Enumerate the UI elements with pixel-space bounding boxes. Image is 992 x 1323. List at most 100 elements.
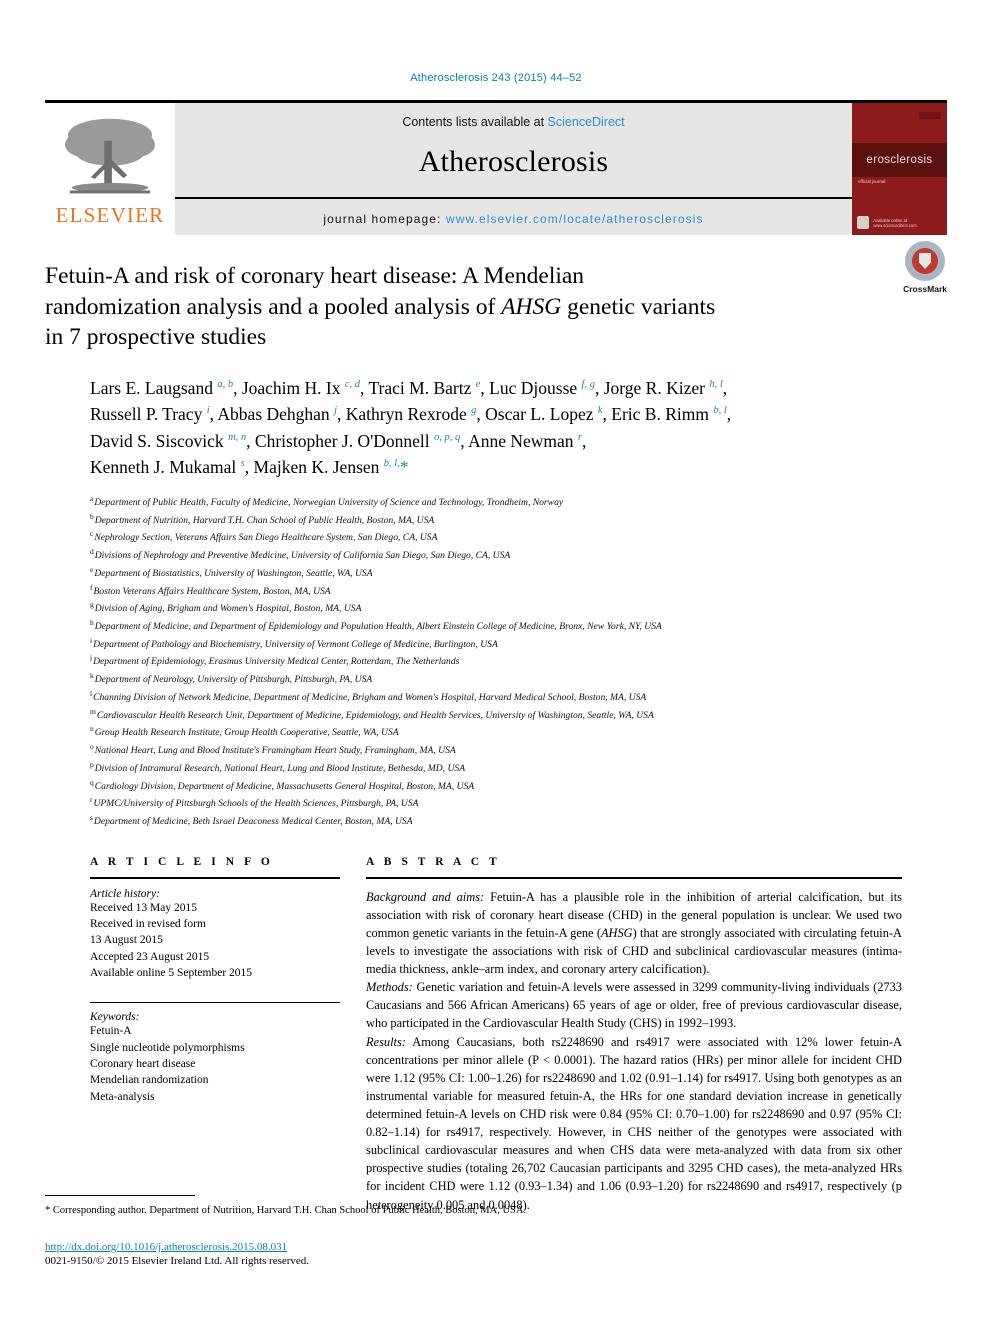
- affiliation-text: Cardiovascular Health Research Unit, Dep…: [96, 709, 654, 721]
- abstract-background: Background and aims: Fetuin-A has a plau…: [366, 888, 902, 979]
- abstract-results-text: Among Caucasians, both rs2248690 and rs4…: [366, 1034, 902, 1212]
- affiliation-item: cNephrology Section, Veterans Affairs Sa…: [90, 528, 902, 546]
- doi-link[interactable]: http://dx.doi.org/10.1016/j.atherosclero…: [45, 1241, 947, 1253]
- affiliation-item: eDepartment of Biostatistics, University…: [90, 564, 902, 582]
- cover-title: erosclerosis: [852, 143, 947, 177]
- journal-title: Atherosclerosis: [418, 145, 609, 178]
- homepage-label: journal homepage:: [323, 212, 446, 226]
- keyword-item: Single nucleotide polymorphisms: [90, 1041, 245, 1054]
- article-info-column: A R T I C L E I N F O Article history: R…: [90, 856, 340, 1214]
- keyword-item: Coronary heart disease: [90, 1057, 196, 1070]
- affiliation-marker: m: [90, 706, 96, 716]
- affiliation-text: Boston Veterans Affairs Healthcare Syste…: [93, 585, 331, 597]
- cover-footer-text: Available online at www.sciencedirect.co…: [873, 217, 917, 228]
- affiliation-text: Department of Medicine, Beth Israel Deac…: [93, 816, 413, 828]
- article-info-rule: [90, 876, 340, 879]
- footer-divider: [45, 1195, 195, 1197]
- author-list: Lars E. Laugsand a, b, Joachim H. Ix c, …: [90, 377, 732, 478]
- article-history-list: Received 13 May 2015 Received in revised …: [90, 900, 340, 982]
- sciencedirect-link[interactable]: ScienceDirect: [548, 115, 625, 129]
- keyword-item: Mendelian randomization: [90, 1074, 209, 1087]
- affiliation-item: lChanning Division of Network Medicine, …: [90, 688, 902, 706]
- affiliation-text: Division of Aging, Brigham and Women's H…: [94, 603, 362, 615]
- affiliation-item: dDivisions of Nephrology and Preventive …: [90, 546, 902, 564]
- affiliation-text: UPMC/University of Pittsburgh Schools of…: [93, 798, 419, 810]
- masthead-center: Contents lists available at ScienceDirec…: [175, 103, 852, 235]
- title-line-2-pre: randomization analysis and a pooled anal…: [45, 293, 502, 320]
- affiliation-text: Channing Division of Network Medicine, D…: [93, 692, 647, 704]
- title-gene-name: AHSG: [501, 293, 562, 320]
- article-history-item: Accepted 23 August 2015: [90, 950, 210, 963]
- affiliation-item: sDepartment of Medicine, Beth Israel Dea…: [90, 812, 902, 830]
- affiliation-text: Divisions of Nephrology and Preventive M…: [94, 550, 511, 562]
- contents-prefix: Contents lists available at: [402, 115, 548, 129]
- affiliation-text: Nephrology Section, Veterans Affairs San…: [94, 532, 438, 544]
- affiliation-item: iDepartment of Pathology and Biochemistr…: [90, 635, 902, 653]
- cover-footer: Available online at www.sciencedirect.co…: [857, 216, 947, 229]
- article-info-heading: A R T I C L E I N F O: [90, 855, 274, 868]
- masthead-divider: [175, 197, 852, 199]
- crossmark-label: CrossMark: [903, 284, 947, 294]
- info-abstract-columns: A R T I C L E I N F O Article history: R…: [90, 856, 902, 1214]
- contents-available-line: Contents lists available at ScienceDirec…: [402, 115, 624, 129]
- affiliation-item: aDepartment of Public Health, Faculty of…: [90, 493, 902, 511]
- copyright-line: 0021-9150/© 2015 Elsevier Ireland Ltd. A…: [45, 1255, 310, 1267]
- affiliation-text: Division of Intramural Research, Nationa…: [94, 762, 466, 774]
- title-line-2-post: genetic variants: [561, 293, 716, 320]
- affiliation-text: Department of Neurology, University of P…: [94, 674, 373, 686]
- abstract-column: A B S T R A C T Background and aims: Fet…: [366, 856, 902, 1214]
- elsevier-logo: ELSEVIER: [45, 103, 175, 235]
- journal-cover-thumbnail: erosclerosis official journal Available …: [852, 103, 947, 235]
- abstract-results-label: Results:: [366, 1034, 406, 1049]
- journal-homepage-line: journal homepage: www.elsevier.com/locat…: [175, 212, 852, 226]
- title-line-3: in 7 prospective studies: [45, 324, 267, 351]
- affiliation-item: bDepartment of Nutrition, Harvard T.H. C…: [90, 511, 902, 529]
- running-head: Atherosclerosis 243 (2015) 44–52: [410, 72, 582, 84]
- affiliation-item: rUPMC/University of Pittsburgh Schools o…: [90, 794, 902, 812]
- affiliation-item: jDepartment of Epidemiology, Erasmus Uni…: [90, 652, 902, 670]
- abstract-background-label: Background and aims:: [366, 889, 485, 904]
- abstract-results: Results: Among Caucasians, both rs224869…: [366, 1033, 902, 1214]
- journal-masthead: ELSEVIER Contents lists available at Sci…: [45, 100, 947, 235]
- affiliation-item: gDivision of Aging, Brigham and Women's …: [90, 599, 902, 617]
- crossmark-badge[interactable]: CrossMark: [903, 241, 947, 294]
- abstract-methods: Methods: Genetic variation and fetuin-A …: [366, 978, 902, 1032]
- corresponding-text: Corresponding author. Department of Nutr…: [50, 1205, 527, 1217]
- article-history-item: Received 13 May 2015: [90, 901, 197, 914]
- abstract-rule: [366, 876, 902, 879]
- keywords-label: Keywords:: [90, 1011, 140, 1024]
- affiliation-item: mCardiovascular Health Research Unit, De…: [90, 706, 902, 724]
- affiliation-item: kDepartment of Neurology, University of …: [90, 670, 902, 688]
- affiliation-text: Department of Biostatistics, University …: [94, 568, 373, 580]
- keywords-list: Fetuin-A Single nucleotide polymorphisms C…: [90, 1023, 340, 1105]
- homepage-url-link[interactable]: www.elsevier.com/locate/atherosclerosis: [446, 212, 704, 226]
- article-history-label: Article history:: [90, 887, 160, 900]
- article-history-item: Received in revised form: [90, 918, 206, 930]
- keyword-item: Fetuin-A: [90, 1025, 132, 1038]
- affiliation-item: nGroup Health Research Institute, Group …: [90, 723, 902, 741]
- keyword-item: Meta-analysis: [90, 1090, 155, 1103]
- keywords-rule: [90, 1002, 340, 1004]
- elsevier-wordmark: ELSEVIER: [55, 203, 165, 227]
- cover-top-mark: [919, 112, 941, 119]
- affiliation-text: National Heart, Lung and Blood Institute…: [94, 745, 456, 757]
- page-footer: * Corresponding author. Department of Nu…: [45, 1195, 947, 1267]
- affiliation-text: Department of Nutrition, Harvard T.H. Ch…: [94, 514, 435, 526]
- affiliation-text: Department of Medicine, and Department o…: [94, 621, 662, 633]
- abstract-methods-text: Genetic variation and fetuin-A levels we…: [366, 980, 902, 1031]
- affiliation-text: Department of Epidemiology, Erasmus Univ…: [93, 656, 460, 668]
- affiliation-text: Cardiology Division, Department of Medic…: [94, 780, 475, 792]
- affiliation-list: aDepartment of Public Health, Faculty of…: [90, 493, 902, 830]
- article-title: Fetuin-A and risk of coronary heart dise…: [45, 261, 845, 353]
- elsevier-tree-icon: [65, 118, 155, 194]
- affiliation-text: Department of Pathology and Biochemistry…: [93, 638, 498, 650]
- abstract-heading: A B S T R A C T: [366, 855, 501, 868]
- article-history-item: 13 August 2015: [90, 934, 163, 947]
- title-block: Fetuin-A and risk of coronary heart dise…: [45, 235, 947, 1214]
- corresponding-author-note: * Corresponding author. Department of Nu…: [45, 1204, 947, 1219]
- title-line-1: Fetuin-A and risk of coronary heart dise…: [45, 263, 585, 289]
- crossmark-icon: [905, 241, 946, 281]
- affiliation-text: Group Health Research Institute, Group H…: [94, 727, 399, 739]
- paper-page: Atherosclerosis 243 (2015) 44–52 ELSEVIE…: [0, 0, 992, 1323]
- cover-subtitle: official journal: [858, 179, 886, 184]
